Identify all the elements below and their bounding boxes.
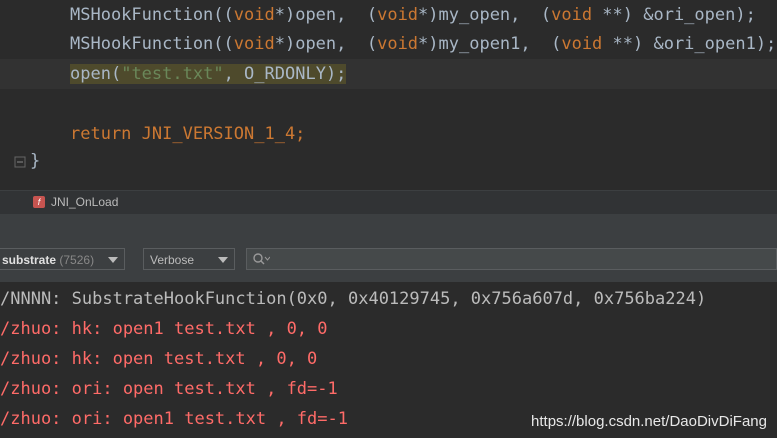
function-name: open [70,64,111,84]
code-text: ( [110,64,122,84]
log-line: /NNNN: SubstrateHookFunction(0x0, 0x4012… [0,289,707,309]
code-text: , [223,64,245,84]
code-text: *)my_open, ( [418,5,552,25]
fold-icon[interactable] [14,153,26,168]
breadcrumb: f JNI_OnLoad [0,190,777,215]
keyword: void [551,5,593,25]
function-badge-icon: f [33,196,45,208]
code-line-hook-open[interactable]: MSHookFunction((void*)open, (void*)my_op… [70,0,756,30]
code-text: *)open, ( [274,5,378,25]
code-text: JNI_VERSION_1_4; [131,124,306,144]
watermark: https://blog.csdn.net/DaoDivDiFang [531,413,767,430]
keyword: void [377,5,419,25]
process-pid: (7526) [59,253,95,267]
code-line-return[interactable]: return JNI_VERSION_1_4; [70,119,305,149]
code-text: **) &ori_open1); [602,34,777,54]
logcat-toolbar: substrate (7526) Verbose [0,214,777,282]
breadcrumb-item-jni-onload[interactable]: JNI_OnLoad [51,195,118,209]
constant: O_RDONLY [244,64,326,84]
process-name: substrate [2,253,57,267]
function-name: MSHookFunction [70,5,214,25]
code-text: (( [213,34,234,54]
log-line: /zhuo: hk: open1 test.txt , 0, 0 [0,319,328,339]
log-line: /zhuo: hk: open test.txt , 0, 0 [0,349,318,369]
search-icon [253,253,270,265]
keyword: void [233,5,275,25]
closing-brace: } [30,151,41,171]
keyword: return [70,124,132,144]
keyword: void [377,34,419,54]
log-level-value: Verbose [150,253,195,267]
log-line: /zhuo: ori: open1 test.txt , fd=-1 [0,409,348,429]
search-input[interactable] [246,248,777,270]
code-line-hook-open1[interactable]: MSHookFunction((void*)open, (void*)my_op… [70,29,776,59]
code-text: **) &ori_open); [592,5,756,25]
logcat-output[interactable]: /NNNN: SubstrateHookFunction(0x0, 0x4012… [0,282,777,438]
log-level-select[interactable]: Verbose [143,248,235,270]
code-text: (( [213,5,234,25]
log-line: /zhuo: ori: open test.txt , fd=-1 [0,379,338,399]
keyword: void [233,34,275,54]
code-editor[interactable]: MSHookFunction((void*)open, (void*)my_op… [0,0,777,190]
keyword: void [561,34,603,54]
chevron-down-icon [108,257,118,263]
process-select[interactable]: substrate (7526) [0,248,125,270]
code-line-open-call[interactable]: open("test.txt", O_RDONLY); [70,59,347,89]
function-name: MSHookFunction [70,34,214,54]
code-text: ); [325,64,347,84]
string-literal: "test.txt" [121,64,224,84]
code-text: *)my_open1, ( [418,34,562,54]
chevron-down-icon [218,257,228,263]
code-text: *)open, ( [274,34,378,54]
